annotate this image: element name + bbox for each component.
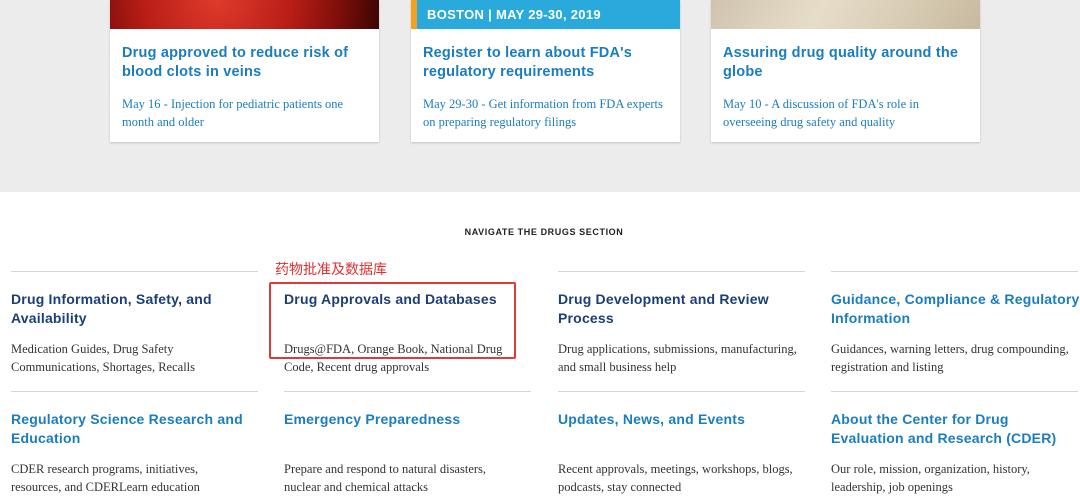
nav-item-description: Guidances, warning letters, drug compoun… bbox=[831, 342, 1069, 374]
nav-item-description: Drug applications, submissions, manufact… bbox=[558, 342, 797, 374]
nav-item-title[interactable]: Drug Approvals and Databases bbox=[284, 290, 534, 309]
banner-text: BOSTON | MAY 29-30, 2019 bbox=[427, 7, 601, 22]
divider bbox=[558, 271, 805, 272]
card-description: May 16 - Injection for pediatric patient… bbox=[122, 97, 344, 129]
nav-item-description: Our role, mission, organization, history… bbox=[831, 462, 1030, 494]
divider bbox=[11, 271, 258, 272]
card-title[interactable]: Drug approved to reduce risk of blood cl… bbox=[122, 44, 372, 82]
nav-item-title[interactable]: Regulatory Science Research and Educatio… bbox=[11, 410, 261, 448]
featured-card-blood-clots[interactable]: Drug approved to reduce risk of blood cl… bbox=[110, 0, 379, 142]
section-heading: NAVIGATE THE DRUGS SECTION bbox=[464, 227, 624, 237]
annotation-label: 药物批准及数据库 bbox=[275, 262, 387, 278]
nav-item-title[interactable]: Drug Information, Safety, and Availabili… bbox=[11, 290, 261, 328]
featured-card-drug-quality[interactable]: Assuring drug quality around the globe M… bbox=[711, 0, 980, 142]
nav-item-description: CDER research programs, initiatives, res… bbox=[11, 462, 200, 494]
divider bbox=[831, 271, 1078, 272]
card-title[interactable]: Register to learn about FDA's regulatory… bbox=[423, 44, 673, 82]
divider bbox=[558, 391, 805, 392]
nav-item-description: Prepare and respond to natural disasters… bbox=[284, 462, 487, 494]
nav-item-title[interactable]: Drug Development and Review Process bbox=[558, 290, 808, 328]
card-description: May 10 - A discussion of FDA's role in o… bbox=[723, 97, 920, 129]
banner-accent-strip bbox=[411, 0, 417, 29]
card-title[interactable]: Assuring drug quality around the globe bbox=[723, 44, 973, 82]
nav-item-title[interactable]: About the Center for Drug Evaluation and… bbox=[831, 410, 1080, 448]
nav-item-description: Medication Guides, Drug Safety Communica… bbox=[11, 342, 196, 374]
pills-image[interactable] bbox=[711, 0, 980, 29]
nav-item-title[interactable]: Guidance, Compliance & Regulatory Inform… bbox=[831, 290, 1080, 328]
divider bbox=[11, 391, 258, 392]
event-banner-image[interactable]: BOSTON | MAY 29-30, 2019 bbox=[411, 0, 680, 29]
nav-item-title[interactable]: Updates, News, and Events bbox=[558, 410, 808, 429]
blood-clot-image[interactable] bbox=[110, 0, 379, 29]
divider bbox=[284, 391, 531, 392]
divider bbox=[831, 391, 1078, 392]
nav-item-description: Drugs@FDA, Orange Book, National Drug Co… bbox=[284, 342, 503, 374]
featured-card-register[interactable]: BOSTON | MAY 29-30, 2019 Register to lea… bbox=[411, 0, 680, 142]
nav-item-title[interactable]: Emergency Preparedness bbox=[284, 410, 534, 429]
card-description: May 29-30 - Get information from FDA exp… bbox=[423, 97, 663, 129]
featured-cards-band: Drug approved to reduce risk of blood cl… bbox=[0, 0, 1080, 192]
nav-item-description: Recent approvals, meetings, workshops, b… bbox=[558, 462, 793, 494]
